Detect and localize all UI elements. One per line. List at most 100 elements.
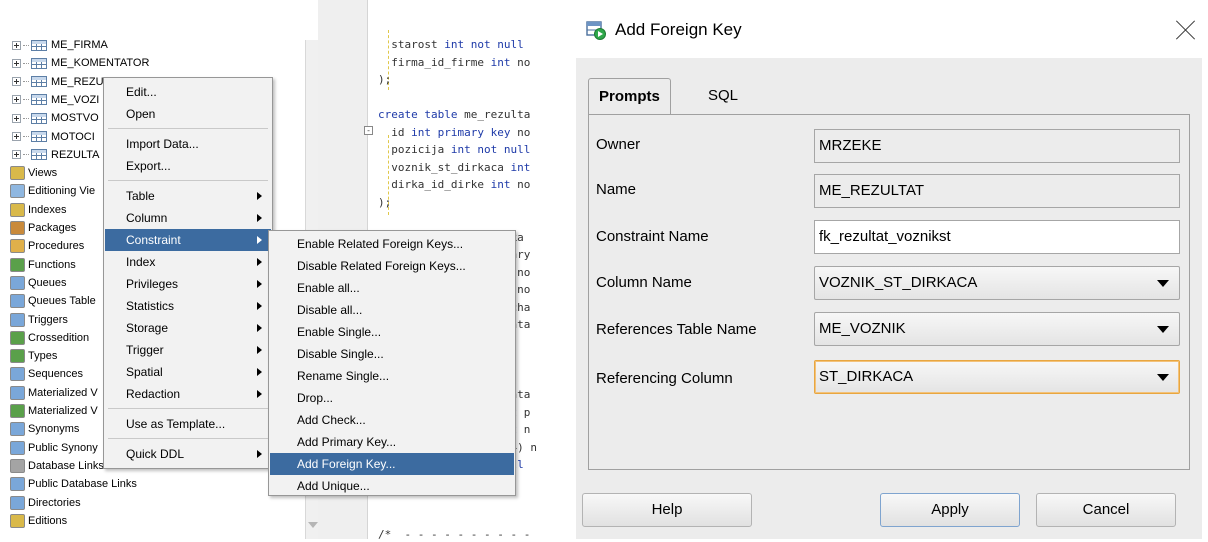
submenu-item-disable-all[interactable]: Disable all... [270, 299, 514, 321]
menu-item-trigger[interactable]: Trigger [105, 339, 271, 361]
tree-item-label: Directories [28, 496, 81, 509]
tree-connector [23, 136, 29, 137]
tab-sql[interactable]: SQL [698, 78, 748, 114]
cancel-button[interactable]: Cancel [1036, 493, 1176, 527]
object-folder-icon [10, 440, 25, 455]
tree-item[interactable]: ME_VOZI [12, 91, 99, 109]
menu-item-open[interactable]: Open [105, 103, 271, 125]
tree-item[interactable]: Sequences [10, 365, 83, 383]
submenu-item-disable-single[interactable]: Disable Single... [270, 343, 514, 365]
chevron-right-icon [257, 368, 262, 376]
chevron-down-icon[interactable] [1157, 280, 1169, 287]
menu-item-constraint[interactable]: Constraint [105, 229, 271, 251]
tree-item[interactable]: Database Links [10, 457, 104, 475]
submenu-item-rename-single[interactable]: Rename Single... [270, 365, 514, 387]
tree-item[interactable]: Directories [10, 494, 81, 512]
tree-connector [23, 62, 29, 64]
tree-item-label: ME_VOZI [51, 93, 100, 106]
submenu-item-add-primary-key[interactable]: Add Primary Key... [270, 431, 514, 453]
chevron-down-icon[interactable] [1157, 374, 1169, 381]
expand-icon[interactable] [12, 150, 21, 160]
tree-item[interactable]: MOTOCI [12, 128, 95, 146]
menu-item-column[interactable]: Column [105, 207, 271, 229]
tree-item-label: Synonyms [28, 423, 80, 436]
referencing-column-select[interactable]: ST_DIRKACA [814, 360, 1180, 394]
tree-item[interactable]: Queues [10, 274, 67, 292]
tree-item[interactable]: ME_FIRMA [12, 36, 108, 54]
expand-icon[interactable] [12, 95, 21, 105]
submenu-item-enable-all[interactable]: Enable all... [270, 277, 514, 299]
tree-item[interactable]: Queues Table [10, 292, 96, 310]
menu-item-label: Import Data... [126, 137, 199, 151]
menu-item-label: Quick DDL [126, 447, 185, 461]
tree-item[interactable]: Procedures [10, 237, 84, 255]
submenu-item-add-unique[interactable]: Add Unique... [270, 475, 514, 497]
tree-item-label: Materialized V [28, 386, 98, 399]
menu-item-import-data[interactable]: Import Data... [105, 133, 271, 155]
expand-icon[interactable] [12, 113, 21, 123]
tree-item[interactable]: REZULTA [12, 146, 100, 164]
dialog-title: Add Foreign Key [615, 20, 742, 39]
expand-icon[interactable] [12, 132, 21, 141]
chevron-right-icon [257, 302, 262, 310]
menu-item-privileges[interactable]: Privileges [105, 273, 271, 295]
menu-item-edit[interactable]: Edit... [105, 81, 271, 103]
expand-icon[interactable] [12, 77, 21, 87]
tree-item[interactable]: Functions [10, 256, 76, 274]
submenu-item-disable-related-foreign-keys[interactable]: Disable Related Foreign Keys... [270, 255, 514, 277]
submenu-item-label: Add Foreign Key... [297, 457, 396, 471]
menu-item-export[interactable]: Export... [105, 155, 271, 177]
tree-item-label: Types [28, 350, 58, 363]
tree-item[interactable]: Editioning Vie [10, 182, 95, 200]
submenu-item-add-foreign-key[interactable]: Add Foreign Key... [270, 453, 514, 475]
fold-toggle-icon[interactable]: - [364, 126, 373, 135]
close-icon[interactable] [1175, 19, 1197, 41]
menu-item-spatial[interactable]: Spatial [105, 361, 271, 383]
tree-item[interactable]: ME_KOMENTATOR [12, 54, 149, 72]
tree-item[interactable]: Editions [10, 512, 67, 530]
apply-button[interactable]: Apply [880, 493, 1020, 527]
expand-icon[interactable] [12, 40, 21, 50]
column-name-select[interactable]: VOZNIK_ST_DIRKACA [814, 266, 1180, 300]
tab-prompts[interactable]: Prompts [588, 78, 671, 114]
tree-item[interactable]: MOSTVO [12, 109, 99, 127]
tree-item[interactable]: Synonyms [10, 420, 79, 438]
object-folder-icon [10, 458, 25, 473]
menu-item-storage[interactable]: Storage [105, 317, 271, 339]
tree-connector [23, 81, 29, 83]
menu-item-use-as-template[interactable]: Use as Template... [105, 413, 271, 435]
tree-item[interactable]: Types [10, 347, 57, 365]
submenu-item-enable-single[interactable]: Enable Single... [270, 321, 514, 343]
menu-item-index[interactable]: Index [105, 251, 271, 273]
tree-item[interactable]: Public Synony [10, 439, 98, 457]
scroll-down-arrow-icon[interactable] [308, 522, 318, 528]
tree-item[interactable]: Public Database Links [10, 475, 137, 493]
menu-item-table[interactable]: Table [105, 185, 271, 207]
tree-connector [23, 99, 29, 101]
tree-item[interactable]: Packages [10, 219, 76, 237]
references-table-label: References Table Name [596, 321, 757, 338]
references-table-select[interactable]: ME_VOZNIK [814, 312, 1180, 346]
chevron-down-icon[interactable] [1157, 326, 1169, 333]
object-folder-icon [10, 312, 25, 327]
help-button[interactable]: Help [582, 493, 752, 527]
tree-item[interactable]: Triggers [10, 311, 68, 329]
submenu-item-drop[interactable]: Drop... [270, 387, 514, 409]
tree-item[interactable]: Materialized V [10, 384, 98, 402]
expand-icon[interactable] [12, 58, 21, 68]
submenu-item-enable-related-foreign-keys[interactable]: Enable Related Foreign Keys... [270, 233, 514, 255]
menu-item-quick-ddl[interactable]: Quick DDL [105, 443, 271, 465]
tree-item[interactable]: Views [10, 164, 57, 182]
constraint-name-input[interactable]: fk_rezultat_voznikst [814, 220, 1180, 254]
submenu-item-label: Add Check... [297, 413, 366, 427]
tree-item[interactable]: Crossedition [10, 329, 89, 347]
tree-item-label: Editioning Vie [28, 185, 96, 198]
tree-item[interactable]: ME_REZU [12, 73, 104, 91]
menu-item-statistics[interactable]: Statistics [105, 295, 271, 317]
menu-item-redaction[interactable]: Redaction [105, 383, 271, 405]
chevron-right-icon [257, 346, 262, 354]
tree-item[interactable]: Indexes [10, 201, 67, 219]
submenu-item-add-check[interactable]: Add Check... [270, 409, 514, 431]
menu-item-label: Open [126, 107, 156, 121]
tree-item[interactable]: Materialized V [10, 402, 98, 420]
